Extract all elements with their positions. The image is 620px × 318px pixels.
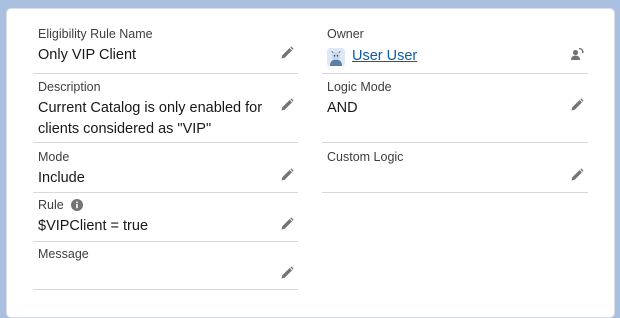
change-owner-icon[interactable] — [570, 47, 584, 61]
edit-message-pencil-icon[interactable] — [280, 266, 294, 280]
owner-link[interactable]: User User — [352, 46, 417, 67]
owner-field: Owner User User — [322, 25, 588, 74]
field-label-wrap: Rule — [38, 198, 83, 212]
field-label: Description — [38, 80, 101, 94]
custom-logic-field: Custom Logic — [322, 148, 588, 193]
edit-rule-pencil-icon[interactable] — [280, 217, 294, 231]
edit-eligibility-rule-name-pencil-icon[interactable] — [280, 46, 294, 60]
message-field: Message — [33, 246, 298, 290]
field-label: Eligibility Rule Name — [38, 27, 153, 41]
edit-logic-mode-pencil-icon[interactable] — [570, 98, 584, 112]
field-value: $VIPClient = true — [38, 218, 149, 234]
record-detail-card: Eligibility Rule Name Only VIP Client De… — [6, 8, 615, 318]
description-line-1: Current Catalog is only enabled for — [38, 100, 263, 116]
field-label: Logic Mode — [327, 80, 392, 94]
field-value: Only VIP Client — [38, 47, 137, 63]
field-label: Owner — [327, 27, 364, 41]
edit-custom-logic-pencil-icon[interactable] — [570, 168, 584, 182]
edit-description-pencil-icon[interactable] — [280, 98, 294, 112]
logic-mode-field: Logic Mode AND — [322, 78, 588, 143]
field-label: Message — [38, 247, 89, 261]
field-label: Mode — [38, 150, 70, 164]
mode-field: Mode Include — [33, 148, 298, 193]
eligibility-rule-name-field: Eligibility Rule Name Only VIP Client — [33, 25, 298, 74]
description-line-2: clients considered as "VIP" — [38, 121, 212, 137]
rule-field: Rule $VIPClient = true — [33, 197, 298, 242]
description-field: Description Current Catalog is only enab… — [33, 78, 298, 143]
field-value: Include — [38, 170, 85, 186]
field-value: AND — [327, 100, 358, 116]
edit-mode-pencil-icon[interactable] — [280, 168, 294, 182]
user-avatar-icon — [327, 48, 345, 66]
info-icon[interactable] — [70, 199, 83, 211]
field-label: Custom Logic — [327, 150, 404, 164]
field-label: Rule — [38, 198, 64, 212]
